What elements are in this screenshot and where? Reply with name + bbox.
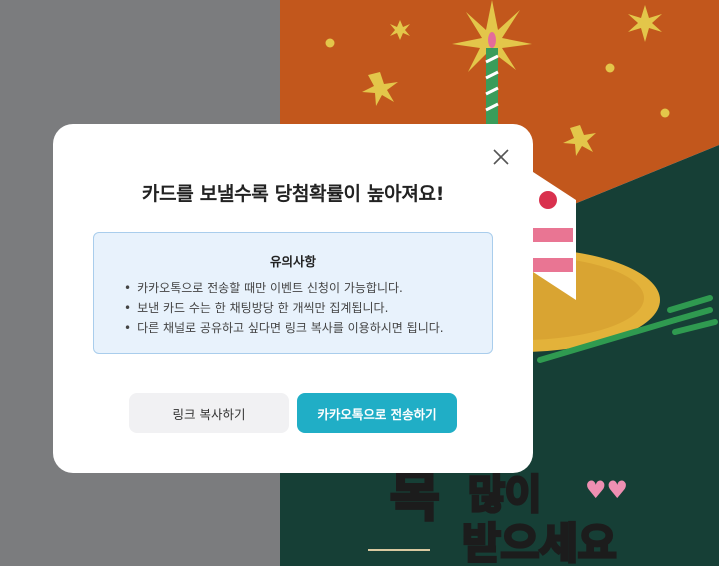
notice-box: 유의사항 카카오톡으로 전송할 때만 이벤트 신청이 가능합니다. 보낸 카드 …	[93, 232, 493, 354]
share-modal: 카드를 보낼수록 당첨확률이 높아져요! 유의사항 카카오톡으로 전송할 때만 …	[53, 124, 533, 473]
heart-icon: ♥♥	[585, 476, 628, 504]
close-icon[interactable]	[493, 149, 509, 165]
illustration-text-line1: 많이	[468, 472, 542, 518]
notice-list: 카카오톡으로 전송할 때만 이벤트 신청이 가능합니다. 보낸 카드 수는 한 …	[124, 278, 444, 338]
copy-link-button[interactable]: 링크 복사하기	[129, 393, 289, 433]
illustration-big-glyph: 목	[390, 465, 440, 528]
notice-item: 카카오톡으로 전송할 때만 이벤트 신청이 가능합니다.	[124, 278, 444, 298]
notice-item: 보낸 카드 수는 한 채팅방당 한 개씩만 집계됩니다.	[124, 298, 444, 318]
send-kakao-button[interactable]: 카카오톡으로 전송하기	[297, 393, 457, 433]
notice-item: 다른 채널로 공유하고 싶다면 링크 복사를 이용하시면 됩니다.	[124, 318, 444, 338]
modal-title: 카드를 보낼수록 당첨확률이 높아져요!	[141, 183, 445, 205]
notice-title: 유의사항	[269, 254, 316, 269]
illustration-text-line2: 받으세요	[462, 519, 617, 566]
